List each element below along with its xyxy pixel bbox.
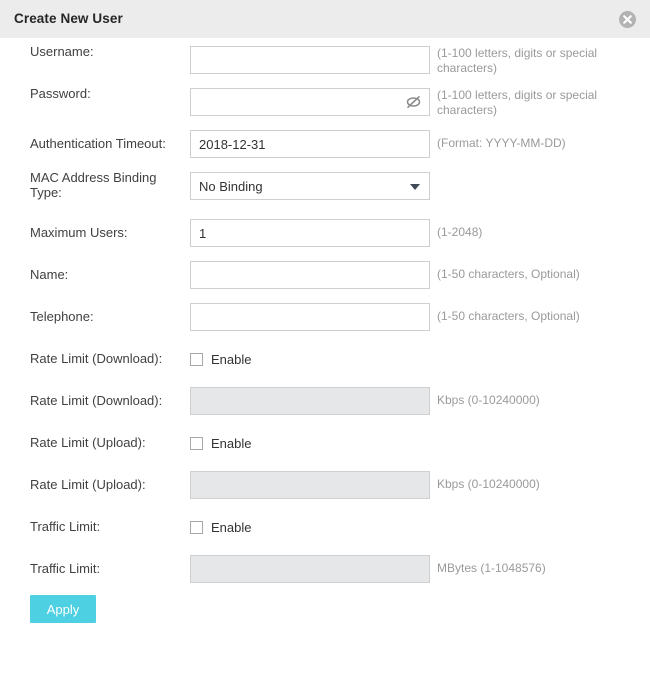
form-row-maximum-users: Maximum Users: (1-2048) bbox=[0, 211, 650, 253]
form-row-traffic-limit-value: Traffic Limit: MBytes (1-1048576) bbox=[0, 547, 650, 589]
label-telephone: Telephone: bbox=[30, 309, 94, 324]
name-input[interactable] bbox=[190, 261, 430, 289]
label-traffic-limit-value: Traffic Limit: bbox=[30, 561, 101, 576]
dialog-title: Create New User bbox=[14, 11, 123, 26]
field-authentication-timeout bbox=[190, 130, 430, 158]
label-username: Username: bbox=[30, 44, 94, 59]
authentication-timeout-input[interactable] bbox=[190, 130, 430, 158]
label-maximum-users: Maximum Users: bbox=[30, 225, 128, 240]
form-row-rate-limit-download-enable: Rate Limit (Download): Enable bbox=[0, 337, 650, 379]
hint-maximum-users: (1-2048) bbox=[437, 225, 483, 239]
label-authentication-timeout: Authentication Timeout: bbox=[30, 136, 166, 151]
form-row-username: Username: (1-100 letters, digits or speci… bbox=[0, 38, 650, 80]
hint-rate-limit-download-value: Kbps (0-10240000) bbox=[437, 393, 540, 407]
field-username bbox=[190, 46, 430, 74]
form-row-authentication-timeout: Authentication Timeout: (Format: YYYY-MM-… bbox=[0, 122, 650, 164]
hint-authentication-timeout: (Format: YYYY-MM-DD) bbox=[437, 136, 566, 150]
form-row-telephone: Telephone: (1-50 characters, Optional) bbox=[0, 295, 650, 337]
form-row-mac-address-binding-type: MAC Address Binding Type: No Binding bbox=[0, 164, 650, 211]
hint-rate-limit-upload-value: Kbps (0-10240000) bbox=[437, 477, 540, 491]
traffic-limit-enable-label: Enable bbox=[211, 519, 252, 535]
telephone-input[interactable] bbox=[190, 303, 430, 331]
create-user-form: Username: (1-100 letters, digits or speci… bbox=[0, 38, 650, 637]
password-wrapper bbox=[190, 88, 430, 116]
traffic-limit-value-input bbox=[190, 555, 430, 583]
field-rate-limit-download-value bbox=[190, 387, 430, 415]
field-mac-address-binding-type: No Binding bbox=[190, 172, 430, 200]
hint-name: (1-50 characters, Optional) bbox=[437, 267, 580, 281]
field-traffic-limit-value bbox=[190, 555, 430, 583]
label-rate-limit-download-enable: Rate Limit (Download): bbox=[30, 351, 163, 366]
username-input[interactable] bbox=[190, 46, 430, 74]
hint-password: (1-100 letters, digits or special charac… bbox=[437, 88, 598, 117]
label-rate-limit-download-value: Rate Limit (Download): bbox=[30, 393, 163, 408]
hint-username: (1-100 letters, digits or special charac… bbox=[437, 46, 598, 75]
label-traffic-limit-enable: Traffic Limit: bbox=[30, 519, 101, 534]
password-input[interactable] bbox=[190, 88, 430, 116]
field-rate-limit-upload-value bbox=[190, 471, 430, 499]
label-password: Password: bbox=[30, 86, 91, 101]
rate-limit-upload-enable-label: Enable bbox=[211, 435, 252, 451]
checkbox-icon[interactable] bbox=[190, 352, 203, 366]
traffic-limit-enable-checkbox[interactable]: Enable bbox=[190, 513, 251, 541]
checkbox-icon[interactable] bbox=[190, 520, 203, 534]
maximum-users-input[interactable] bbox=[190, 219, 430, 247]
rate-limit-upload-value-input bbox=[190, 471, 430, 499]
apply-row: Apply bbox=[0, 589, 650, 637]
label-rate-limit-upload-value: Rate Limit (Upload): bbox=[30, 477, 146, 492]
rate-limit-download-enable-label: Enable bbox=[211, 351, 252, 367]
label-mac-address-binding-type: MAC Address Binding Type: bbox=[30, 170, 157, 200]
label-rate-limit-upload-enable: Rate Limit (Upload): bbox=[30, 435, 146, 450]
field-telephone bbox=[190, 303, 430, 331]
field-traffic-limit-enable: Enable bbox=[190, 513, 251, 541]
label-name: Name: bbox=[30, 267, 69, 282]
rate-limit-download-enable-checkbox[interactable]: Enable bbox=[190, 345, 251, 373]
close-icon[interactable] bbox=[619, 11, 636, 28]
form-row-traffic-limit-enable: Traffic Limit: Enable bbox=[0, 505, 650, 547]
form-row-rate-limit-upload-value: Rate Limit (Upload): Kbps (0-10240000) bbox=[0, 463, 650, 505]
eye-slash-icon[interactable] bbox=[405, 94, 422, 110]
form-row-rate-limit-upload-enable: Rate Limit (Upload): Enable bbox=[0, 421, 650, 463]
form-row-password: Password: (1-100 letters, digits or speci… bbox=[0, 80, 650, 122]
hint-telephone: (1-50 characters, Optional) bbox=[437, 309, 580, 323]
mac-address-binding-type-select[interactable]: No Binding bbox=[190, 172, 430, 200]
form-row-name: Name: (1-50 characters, Optional) bbox=[0, 253, 650, 295]
rate-limit-download-value-input bbox=[190, 387, 430, 415]
field-maximum-users bbox=[190, 219, 430, 247]
dialog-titlebar: Create New User bbox=[0, 0, 650, 38]
rate-limit-upload-enable-checkbox[interactable]: Enable bbox=[190, 429, 251, 457]
checkbox-icon[interactable] bbox=[190, 436, 203, 450]
field-rate-limit-download-enable: Enable bbox=[190, 345, 251, 373]
form-row-rate-limit-download-value: Rate Limit (Download): Kbps (0-10240000) bbox=[0, 379, 650, 421]
apply-button[interactable]: Apply bbox=[30, 595, 96, 623]
field-password bbox=[190, 88, 430, 116]
field-name bbox=[190, 261, 430, 289]
mac-address-binding-type-selected-value[interactable]: No Binding bbox=[190, 172, 430, 200]
hint-traffic-limit-value: MBytes (1-1048576) bbox=[437, 561, 546, 575]
field-rate-limit-upload-enable: Enable bbox=[190, 429, 251, 457]
